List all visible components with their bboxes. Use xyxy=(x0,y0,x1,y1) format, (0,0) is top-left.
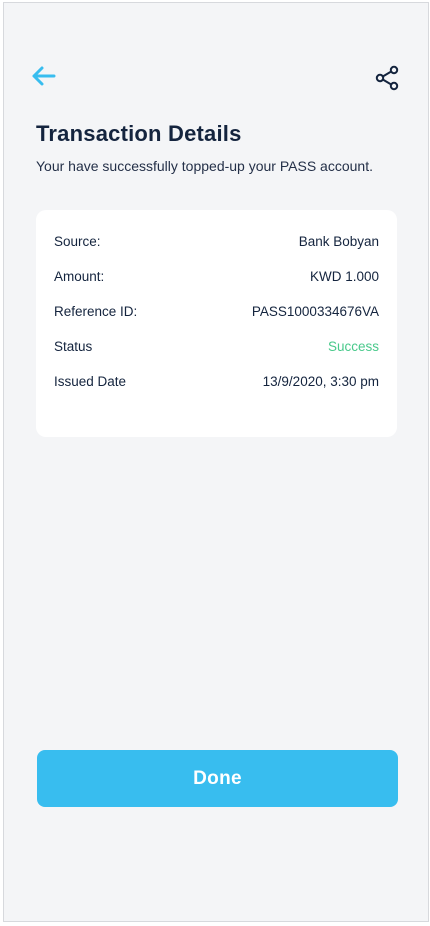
transaction-details-card: Source: Bank Bobyan Amount: KWD 1.000 Re… xyxy=(36,210,397,437)
detail-label: Issued Date xyxy=(54,374,127,389)
detail-label: Reference ID: xyxy=(54,304,138,319)
share-icon xyxy=(374,65,400,96)
page-title: Transaction Details xyxy=(36,121,242,146)
detail-value: KWD 1.000 xyxy=(309,269,379,284)
share-button[interactable] xyxy=(372,65,402,95)
arrow-left-icon xyxy=(30,65,56,92)
detail-label: Amount: xyxy=(54,269,105,284)
detail-row-reference-id: Reference ID: PASS1000334676VA xyxy=(54,304,379,319)
status-value: Success xyxy=(327,339,379,354)
detail-row-status: Status Success xyxy=(54,339,379,354)
done-button[interactable]: Done xyxy=(37,750,398,807)
detail-label: Source: xyxy=(54,234,101,249)
detail-row-source: Source: Bank Bobyan xyxy=(54,234,379,249)
detail-label: Status xyxy=(54,339,93,354)
detail-row-amount: Amount: KWD 1.000 xyxy=(54,269,379,284)
detail-value: 13/9/2020, 3:30 pm xyxy=(262,374,379,389)
page-subtitle: Your have successfully topped-up your PA… xyxy=(36,158,373,174)
detail-value: PASS1000334676VA xyxy=(251,304,379,319)
detail-row-issued-date: Issued Date 13/9/2020, 3:30 pm xyxy=(54,374,379,389)
detail-value: Bank Bobyan xyxy=(298,234,379,249)
back-button[interactable] xyxy=(28,63,58,93)
app-screen: Transaction Details Your have successful… xyxy=(3,2,429,922)
